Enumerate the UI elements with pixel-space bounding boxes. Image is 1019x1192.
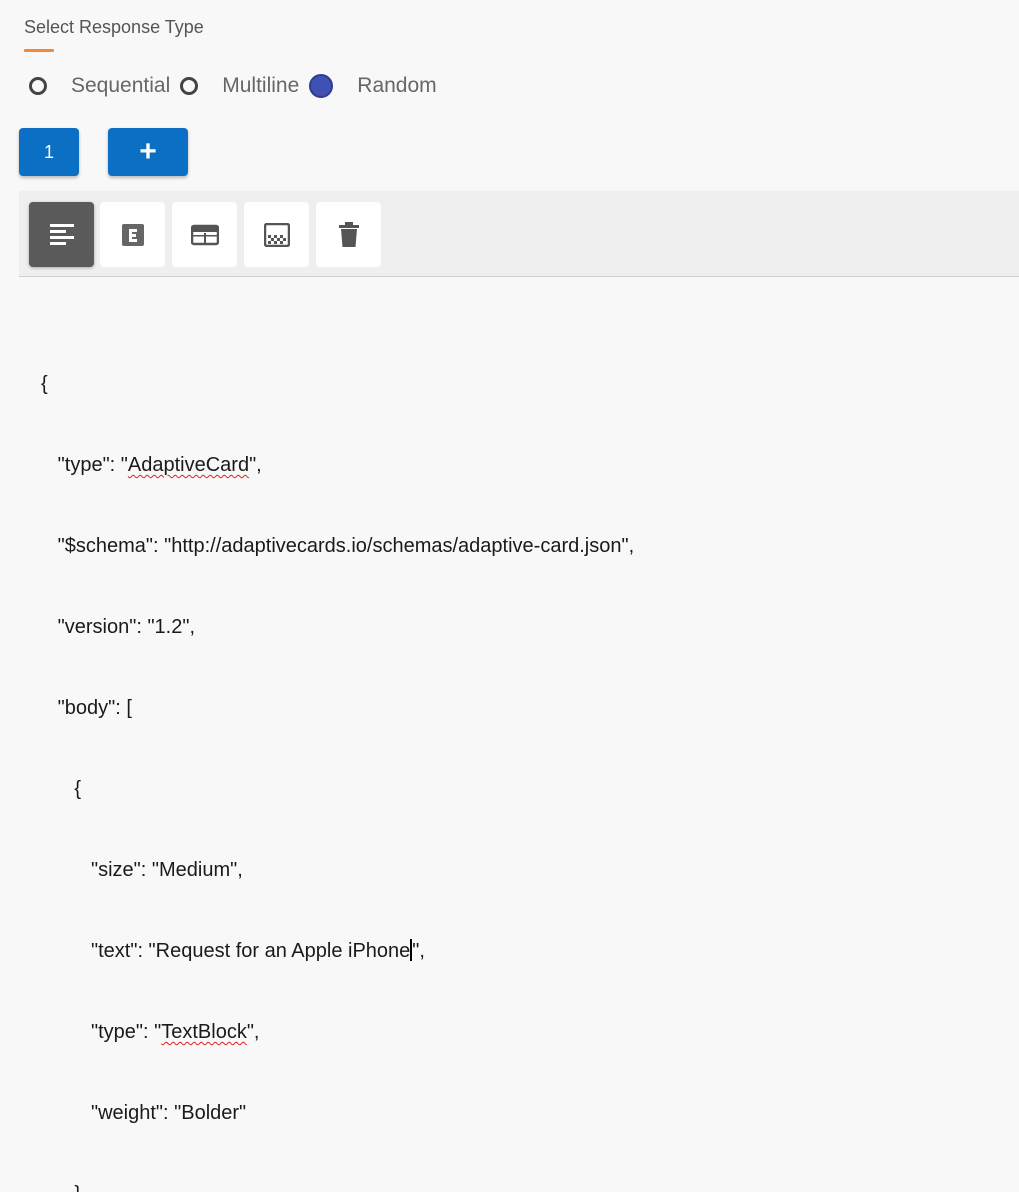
code-line: }, <box>41 1181 634 1192</box>
radio-circle-multiline[interactable] <box>180 77 199 95</box>
code-line: "type": "AdaptiveCard", <box>41 452 634 479</box>
radio-label-multiline: Multiline <box>222 74 300 97</box>
code-line: "weight": "Bolder" <box>41 1102 247 1124</box>
code-line: "version": "1.2", <box>41 616 196 638</box>
title-underline <box>24 49 54 52</box>
spellcheck-word: AdaptiveCard <box>127 454 250 476</box>
code-line: "text": "Request for an Apple iPhone ", <box>41 938 634 965</box>
code-line: "$schema": "http://adaptivecards.io/sche… <box>41 535 635 557</box>
radio-label-sequential: Sequential <box>71 74 171 97</box>
code-text: "text": "Request for an Apple iPhone <box>41 940 411 962</box>
radio-label-random: Random <box>357 74 437 97</box>
code-line: "body": [ <box>41 697 132 719</box>
response-type-radio-group: Sequential Multiline Random <box>29 72 447 100</box>
entity-button[interactable] <box>100 202 165 267</box>
code-text: ", <box>412 940 425 962</box>
radio-circle-random[interactable] <box>309 74 334 98</box>
code-line: "size": "Medium", <box>41 859 243 881</box>
radio-sequential[interactable]: Sequential <box>29 74 180 98</box>
card-layout-icon <box>190 224 219 245</box>
add-response-button[interactable]: + <box>108 128 188 176</box>
section-title: Select Response Type <box>24 17 204 37</box>
delete-button[interactable] <box>316 202 381 267</box>
card-button[interactable] <box>172 202 237 267</box>
code-line: { <box>41 373 48 395</box>
text-align-left-icon <box>49 223 74 245</box>
response-1-button[interactable]: 1 <box>19 128 79 176</box>
code-text: "type": " <box>41 454 128 476</box>
json-editor[interactable]: { "type": "AdaptiveCard", "$schema": "ht… <box>41 317 634 1192</box>
image-grid-icon <box>263 222 290 247</box>
code-text: ", <box>246 1021 260 1043</box>
code-line: { <box>41 778 82 800</box>
radio-random[interactable]: Random <box>309 74 446 98</box>
spellcheck-word: TextBlock <box>161 1021 247 1043</box>
radio-multiline[interactable]: Multiline <box>180 74 309 98</box>
code-text: "type": " <box>41 1021 162 1043</box>
code-line: "type": "TextBlock", <box>41 1019 634 1046</box>
editor-toolbar <box>19 191 1019 277</box>
radio-circle-sequential[interactable] <box>29 77 47 95</box>
letter-e-icon <box>121 223 144 246</box>
code-text: ", <box>249 454 262 476</box>
image-button[interactable] <box>244 202 309 267</box>
text-mode-button[interactable] <box>29 202 94 267</box>
trash-icon <box>338 221 359 247</box>
